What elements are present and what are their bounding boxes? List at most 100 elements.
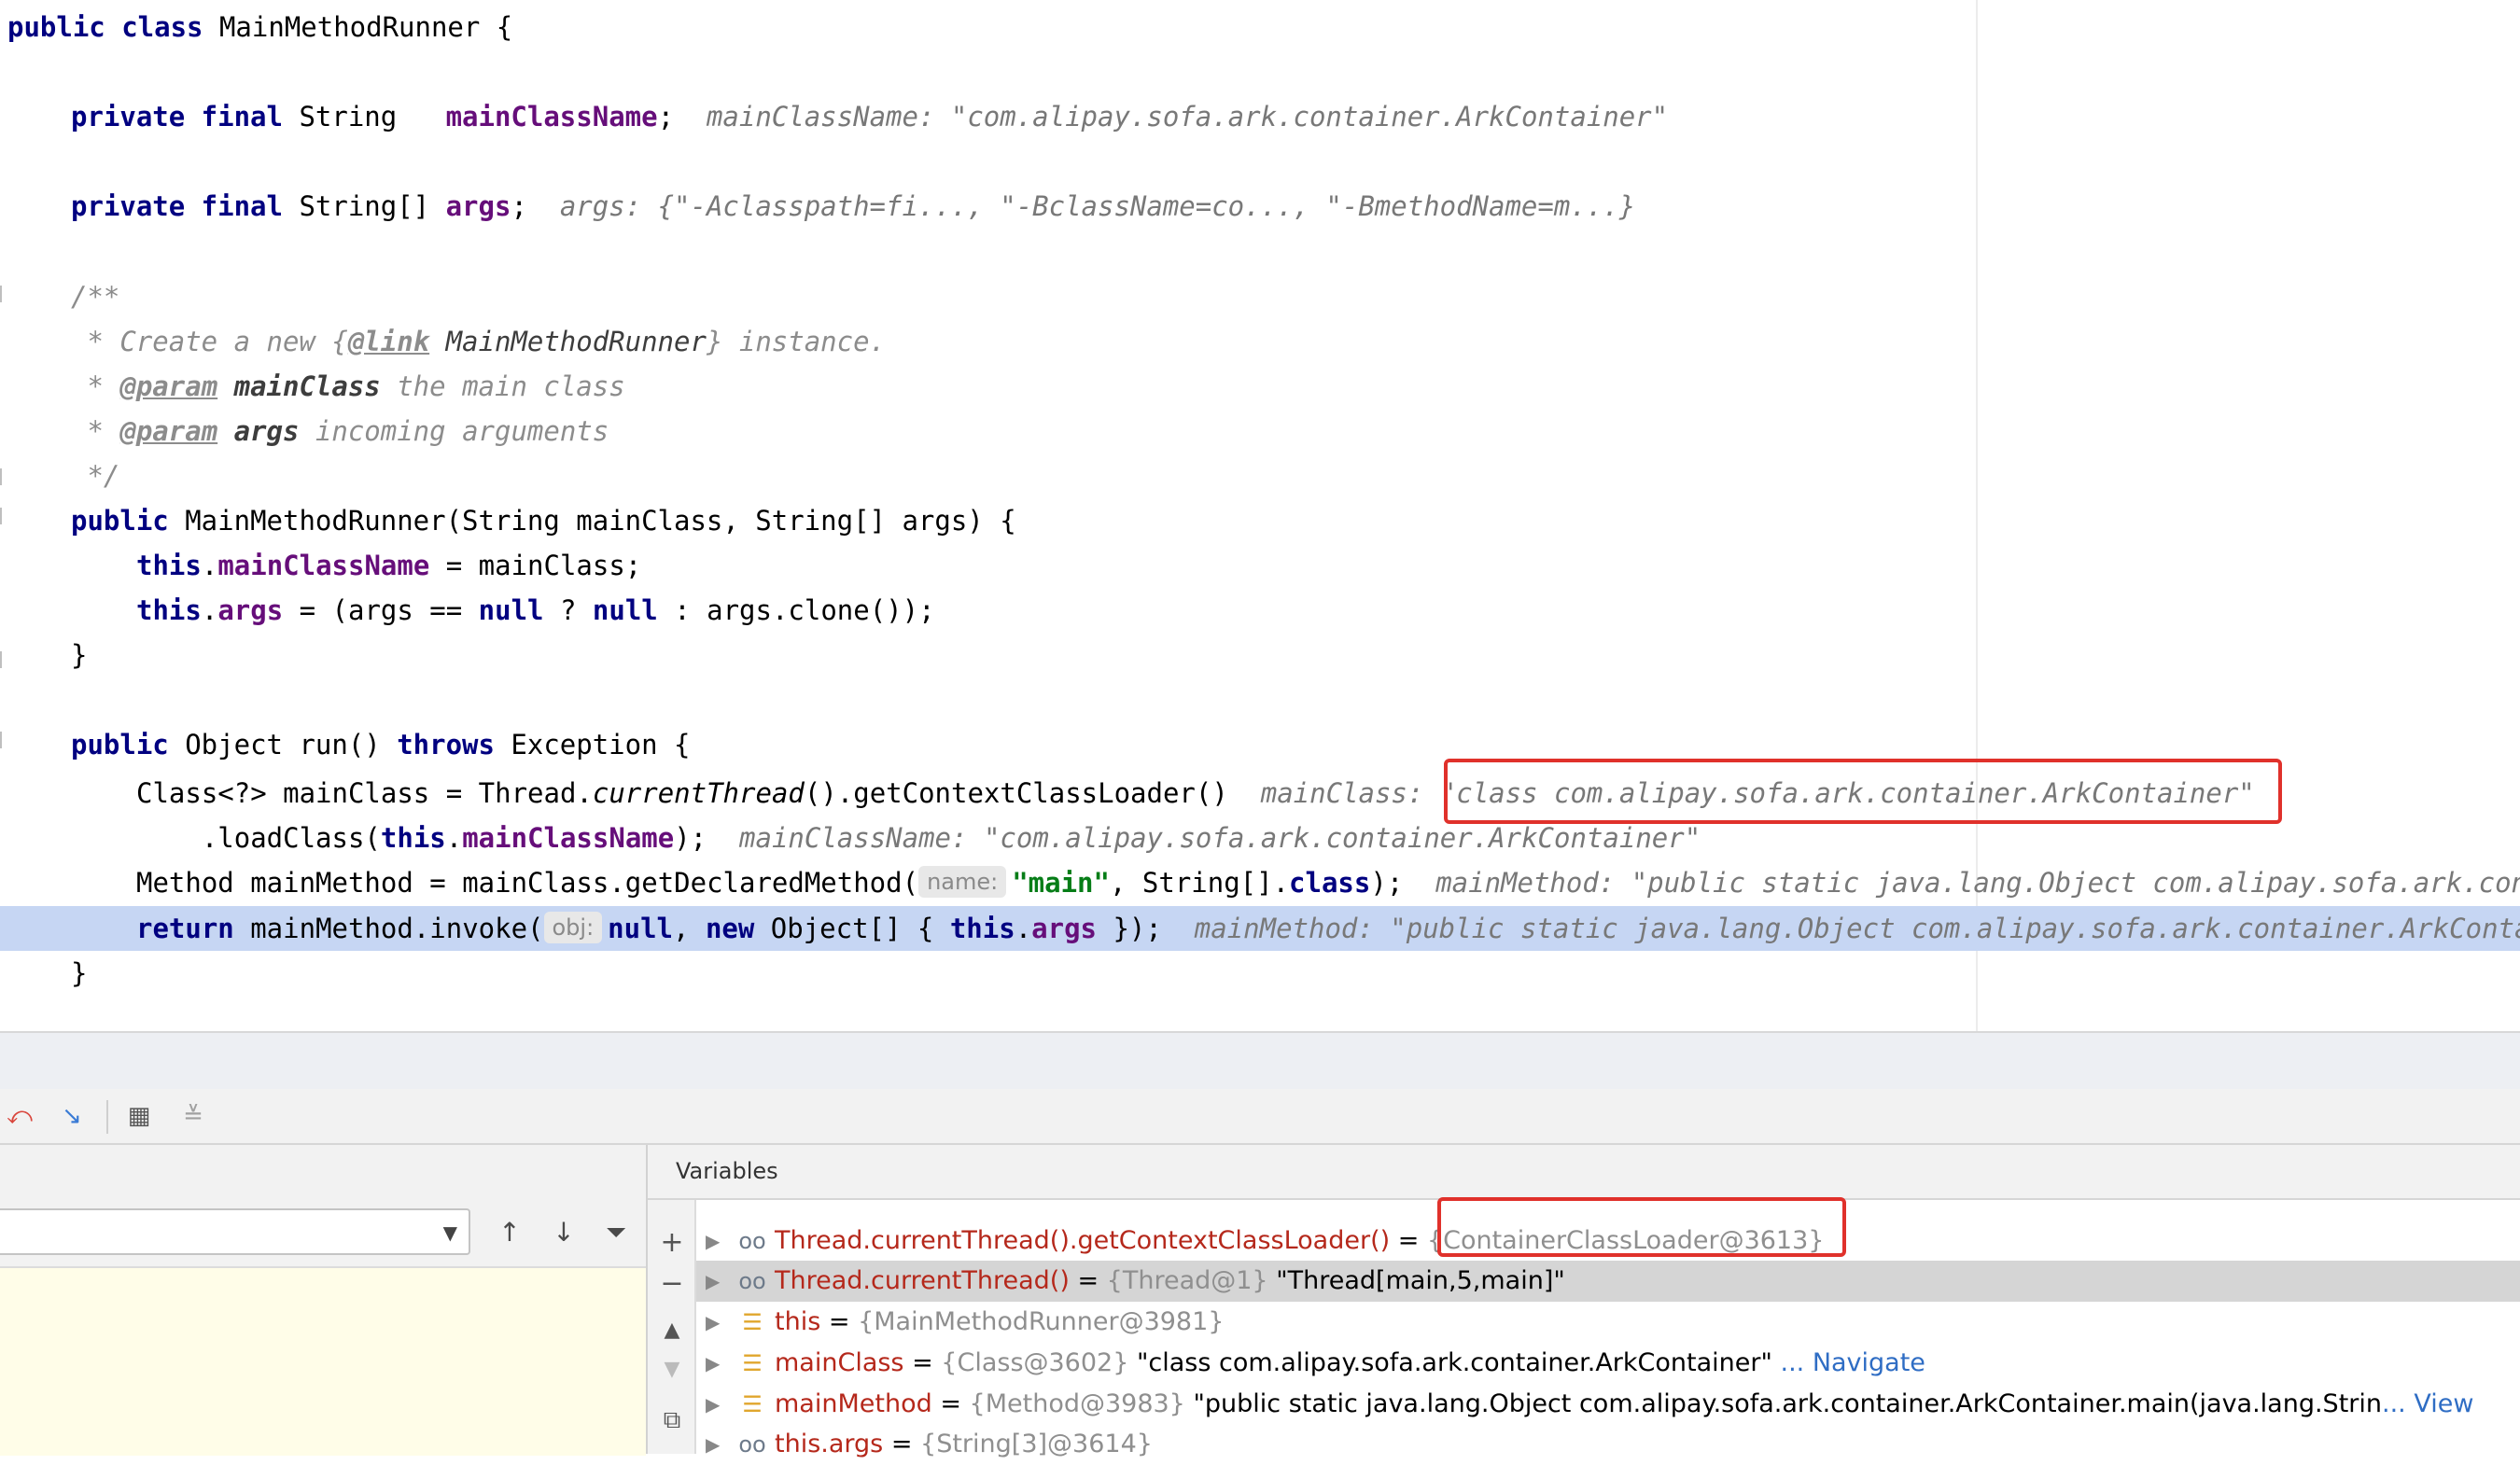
move-up-icon[interactable]: ▲ <box>655 1314 689 1347</box>
fold-marker[interactable] <box>0 468 6 485</box>
code-text: : args.clone()); <box>657 594 935 626</box>
annotation-highlight-box <box>1444 759 2282 824</box>
fold-marker[interactable] <box>0 651 6 668</box>
code-text: MainMethodRunner(String mainClass, Strin… <box>168 505 1016 537</box>
code-line-close-brace[interactable]: } <box>71 951 87 996</box>
restore-layout-icon[interactable]: ≚ <box>179 1102 207 1130</box>
variable-row[interactable]: ▶ ☰ mainClass = {Class@3602} "class com.… <box>696 1343 2520 1384</box>
keyword: return <box>136 913 234 944</box>
down-arrow-icon[interactable]: ↓ <box>547 1216 581 1249</box>
view-link[interactable]: ... View <box>2382 1389 2473 1418</box>
code-line-assign-mainclassname[interactable]: this.mainClassName = mainClass; <box>136 543 641 588</box>
variable-eq: = <box>820 1307 859 1336</box>
step-out-icon[interactable]: ↘ <box>58 1102 86 1130</box>
code-text: Method mainMethod = mainClass.getDeclare… <box>136 867 919 899</box>
field-name: mainClassName <box>217 550 430 581</box>
fold-marker[interactable] <box>0 732 6 748</box>
frames-list[interactable] <box>0 1266 646 1456</box>
keyword: public <box>71 505 169 537</box>
table-view-icon[interactable]: ▦ <box>125 1102 153 1130</box>
javadoc-close[interactable]: */ <box>71 453 119 498</box>
chevron-down-icon: ▼ <box>442 1221 457 1244</box>
toolbar-separator <box>106 1100 108 1134</box>
inline-debug-label: mainClass: <box>1260 777 1440 809</box>
variable-row-watch[interactable]: ▶ oo this.args = {String[3]@3614} <box>696 1424 2520 1465</box>
keyword: class <box>1289 867 1371 899</box>
javadoc-open[interactable]: /** <box>71 274 119 319</box>
code-text: Class<?> mainClass = Thread. <box>136 777 593 809</box>
keyword: this <box>136 594 202 626</box>
javadoc-line[interactable]: * @param mainClass the main class <box>71 364 624 409</box>
variable-ref: {String[3]@3614} <box>920 1430 1153 1458</box>
variable-name: mainMethod <box>775 1389 932 1418</box>
expand-arrow-icon[interactable]: ▶ <box>706 1221 720 1262</box>
up-arrow-icon[interactable]: ↑ <box>493 1216 526 1249</box>
keyword: public class <box>7 11 203 43</box>
code-line-return-invoke[interactable]: return mainMethod.invoke(obj: null, new O… <box>136 906 2520 951</box>
panel-separator[interactable] <box>0 1031 2520 1089</box>
expand-arrow-icon[interactable]: ▶ <box>706 1424 720 1465</box>
code-line-mainmethod-decl[interactable]: Method mainMethod = mainClass.getDeclare… <box>136 860 2520 905</box>
expand-arrow-icon[interactable]: ▶ <box>706 1384 720 1425</box>
comment-text: */ <box>71 460 120 492</box>
code-text: . <box>445 822 463 854</box>
keyword: throws <box>397 729 495 760</box>
fold-marker[interactable] <box>0 508 6 524</box>
thread-selector[interactable]: ▼ <box>0 1208 470 1255</box>
add-watch-icon[interactable]: + <box>655 1226 689 1260</box>
move-down-icon[interactable]: ▼ <box>655 1353 689 1387</box>
code-text: ? <box>543 594 593 626</box>
variable-row[interactable]: ▶ ☰ mainMethod = {Method@3983} "public s… <box>696 1384 2520 1425</box>
parameter-hint: name: <box>918 866 1007 898</box>
code-text: mainMethod.invoke( <box>233 913 544 944</box>
code-text: Exception { <box>494 729 691 760</box>
expand-arrow-icon[interactable]: ▶ <box>706 1302 720 1343</box>
javadoc-line[interactable]: * @param args incoming arguments <box>71 409 609 453</box>
javadoc-param-name: args <box>217 415 300 447</box>
field-icon: ☰ <box>742 1391 763 1417</box>
watch-icon: oo <box>738 1228 766 1254</box>
inline-debug-value: mainClassName: "com.alipay.sofa.ark.cont… <box>739 822 1701 854</box>
code-text: }); <box>1097 913 1195 944</box>
variables-header: Variables <box>648 1145 2520 1200</box>
variable-eq: = <box>931 1389 970 1418</box>
variable-row-watch[interactable]: ▶ oo Thread.currentThread() = {Thread@1}… <box>696 1261 2520 1302</box>
code-text: . <box>201 594 218 626</box>
variables-panel: Variables + − ▲ ▼ ⧉ ▶ oo Thread.currentT… <box>648 1145 2520 1458</box>
keyword: this <box>949 913 1015 944</box>
code-line-field-args[interactable]: private final String[] args; args: {"-Ac… <box>71 184 1635 229</box>
code-text: ); <box>674 822 740 854</box>
code-editor[interactable]: public class MainMethodRunner { private … <box>0 0 2520 1031</box>
code-line-constructor[interactable]: public MainMethodRunner(String mainClass… <box>71 498 1016 543</box>
field-name: mainClassName <box>462 822 675 854</box>
keyword: null <box>478 594 544 626</box>
expand-arrow-icon[interactable]: ▶ <box>706 1261 720 1302</box>
javadoc-line[interactable]: * Create a new {@link MainMethodRunner} … <box>71 319 886 364</box>
filter-icon[interactable]: ⏷ <box>599 1216 633 1249</box>
fold-marker[interactable] <box>0 286 6 302</box>
code-line-class-decl[interactable]: public class MainMethodRunner { <box>7 5 512 49</box>
code-line-assign-args[interactable]: this.args = (args == null ? null : args.… <box>136 588 935 633</box>
remove-watch-icon[interactable]: − <box>655 1267 689 1301</box>
field-name: args <box>445 190 511 222</box>
code-line-close-brace[interactable]: } <box>71 633 87 677</box>
navigate-link[interactable]: ... Navigate <box>1772 1348 1925 1377</box>
code-line-field-mainclassname[interactable]: private final String mainClassName; main… <box>71 94 1668 139</box>
code-text: MainMethodRunner { <box>203 11 513 43</box>
keyword: private final <box>71 190 283 222</box>
copy-icon[interactable]: ⧉ <box>655 1403 689 1437</box>
code-text: ; <box>511 190 527 222</box>
debug-toolbar: ⤺ ↘ ▦ ≚ <box>0 1089 2520 1145</box>
variable-ref: {MainMethodRunner@3981} <box>858 1307 1225 1336</box>
variable-name: this.args <box>775 1430 884 1458</box>
javadoc-tag: @link <box>347 326 430 357</box>
variable-row[interactable]: ▶ ☰ this = {MainMethodRunner@3981} <box>696 1302 2520 1343</box>
inline-debug-value: mainMethod: "public static java.lang.Obj… <box>1435 867 2520 899</box>
variable-eq: = <box>903 1348 942 1377</box>
string-literal: "main" <box>1012 867 1110 899</box>
drop-frame-icon[interactable]: ⤺ <box>6 1102 34 1130</box>
field-name: args <box>217 594 284 626</box>
expand-arrow-icon[interactable]: ▶ <box>706 1343 720 1384</box>
javadoc-ref: MainMethodRunner <box>429 326 707 357</box>
code-line-run-method[interactable]: public Object run() throws Exception { <box>71 722 690 767</box>
